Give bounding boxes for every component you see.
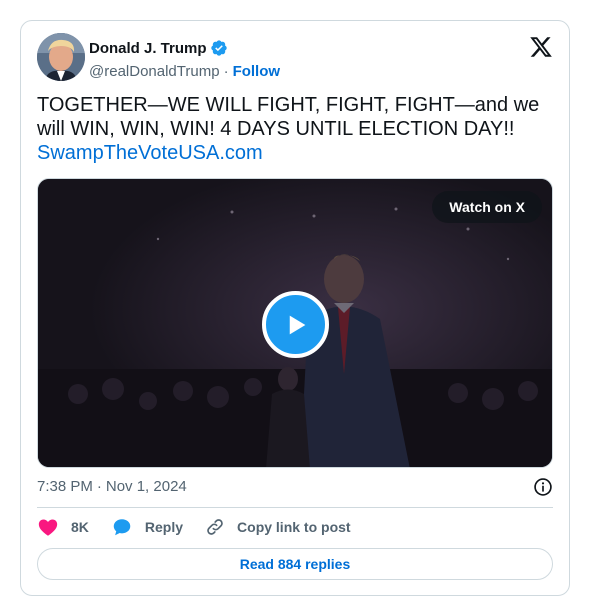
tweet-link[interactable]: SwampTheVoteUSA.com	[37, 141, 557, 165]
author-block: Donald J. Trump @realDonaldTrump · Follo…	[89, 38, 280, 82]
follow-button[interactable]: Follow	[233, 63, 281, 80]
handle-separator: ·	[223, 62, 229, 80]
reply-button[interactable]: Reply	[111, 516, 183, 538]
play-icon	[289, 315, 305, 334]
tweet-timestamp[interactable]: 7:38 PM · Nov 1, 2024	[37, 478, 187, 495]
avatar[interactable]	[37, 33, 85, 81]
tweet-text: TOGETHER—WE WILL FIGHT, FIGHT, FIGHT—and…	[37, 94, 540, 140]
reply-label: Reply	[144, 519, 184, 535]
verified-badge-icon	[210, 39, 228, 57]
reply-bubble-icon	[113, 519, 131, 536]
info-icon[interactable]	[533, 477, 553, 497]
heart-icon	[38, 519, 58, 536]
tweet-embed-card: Donald J. Trump @realDonaldTrump · Follo…	[20, 20, 570, 596]
link-icon	[207, 519, 223, 535]
timestamp-separator: ·	[96, 478, 102, 495]
read-replies-button[interactable]: Read 884 replies	[37, 548, 553, 580]
tweet-time: 7:38 PM	[37, 478, 93, 495]
like-button[interactable]: 8K	[37, 516, 89, 538]
tweet-date: Nov 1, 2024	[105, 478, 187, 495]
x-logo-icon[interactable]	[529, 35, 553, 59]
display-name[interactable]: Donald J. Trump	[89, 40, 207, 57]
copy-link-button[interactable]: Copy link to post	[205, 517, 351, 537]
action-bar: 8K Reply Copy link to post	[37, 515, 373, 539]
watch-on-x-button[interactable]: Watch on X	[432, 191, 542, 223]
video-player[interactable]: Watch on X	[37, 178, 553, 468]
copy-link-label: Copy link to post	[237, 519, 351, 535]
play-button[interactable]	[262, 291, 329, 358]
tweet-text-block: TOGETHER—WE WILL FIGHT, FIGHT, FIGHT—and…	[37, 93, 557, 165]
like-count: 8K	[71, 519, 89, 535]
handle[interactable]: @realDonaldTrump	[89, 63, 220, 80]
divider	[37, 507, 553, 508]
